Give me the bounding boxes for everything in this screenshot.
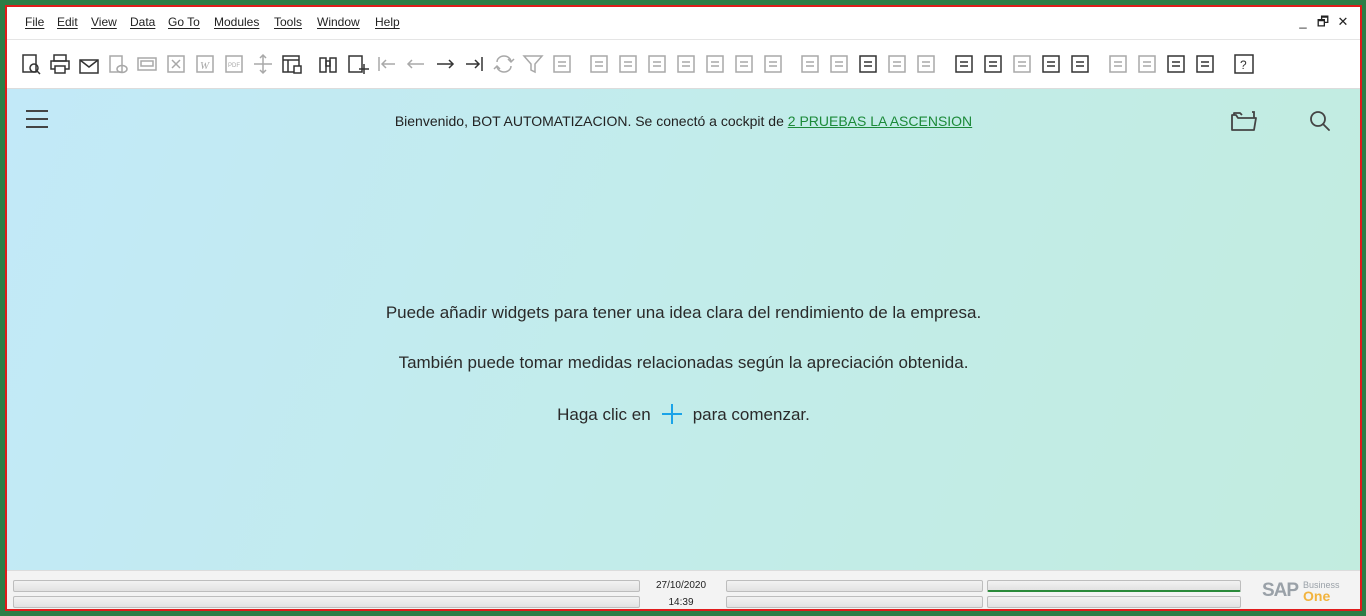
menu-edit[interactable]: Edit bbox=[57, 15, 78, 29]
calendar-icon[interactable] bbox=[1010, 52, 1034, 76]
status-time: 14:39 bbox=[668, 597, 694, 608]
target-document-icon[interactable] bbox=[616, 52, 640, 76]
add-widget-plus-icon[interactable] bbox=[661, 403, 683, 425]
transaction-journal-icon[interactable] bbox=[761, 52, 785, 76]
filter-icon[interactable] bbox=[521, 52, 545, 76]
welcome-prefix: Bienvenido, BOT AUTOMATIZACION. Se conec… bbox=[394, 113, 788, 129]
previous-record-icon[interactable] bbox=[404, 52, 428, 76]
first-record-icon[interactable] bbox=[375, 52, 399, 76]
folder-icon[interactable] bbox=[1230, 109, 1258, 133]
menu-view[interactable]: View bbox=[91, 15, 117, 29]
status-date: 27/10/2020 bbox=[655, 580, 707, 591]
status-field-a bbox=[726, 580, 983, 592]
sms-icon[interactable] bbox=[106, 52, 130, 76]
status-field-b bbox=[726, 596, 983, 608]
add-icon[interactable] bbox=[346, 52, 370, 76]
last-record-icon[interactable] bbox=[462, 52, 486, 76]
balance-icon[interactable] bbox=[732, 52, 756, 76]
settings-icon[interactable] bbox=[827, 52, 851, 76]
menu-help[interactable]: Help bbox=[375, 15, 400, 29]
menu-window[interactable]: Window bbox=[317, 15, 360, 29]
print-icon[interactable] bbox=[48, 52, 72, 76]
next-record-icon[interactable] bbox=[433, 52, 457, 76]
measures-message: También puede tomar medidas relacionadas… bbox=[398, 353, 969, 372]
volume-weight-icon[interactable] bbox=[703, 52, 727, 76]
approval-icon[interactable] bbox=[952, 52, 976, 76]
one-logo-text: One bbox=[1303, 588, 1331, 604]
gross-profit-icon[interactable] bbox=[645, 52, 669, 76]
move-icon[interactable] bbox=[251, 52, 275, 76]
start-message-suffix: para comenzar. bbox=[692, 405, 810, 424]
messages-icon[interactable] bbox=[885, 52, 909, 76]
refresh-icon[interactable] bbox=[492, 52, 516, 76]
email-icon[interactable] bbox=[77, 52, 101, 76]
cockpit-area: Bienvenido, BOT AUTOMATIZACION. Se conec… bbox=[7, 89, 1360, 570]
svg-text:W: W bbox=[200, 60, 210, 72]
close-button[interactable]: ✕ bbox=[1335, 13, 1351, 31]
sort-icon[interactable] bbox=[550, 52, 574, 76]
preview-icon[interactable] bbox=[19, 52, 43, 76]
form-settings-icon[interactable] bbox=[280, 52, 304, 76]
svg-text:PDF: PDF bbox=[228, 63, 240, 69]
fax-icon[interactable] bbox=[135, 52, 159, 76]
start-message-prefix: Haga clic en bbox=[557, 405, 651, 424]
menu-goto[interactable]: Go To bbox=[168, 15, 200, 29]
widgets-icon[interactable] bbox=[1135, 52, 1159, 76]
alerts-icon[interactable] bbox=[914, 52, 938, 76]
restore-button[interactable]: 🗗 bbox=[1315, 13, 1331, 31]
word-icon[interactable]: W bbox=[193, 52, 217, 76]
menu-file[interactable]: File bbox=[25, 15, 44, 29]
find-icon[interactable] bbox=[317, 52, 341, 76]
status-message-field-2 bbox=[13, 596, 640, 608]
menu-modules[interactable]: Modules bbox=[214, 15, 259, 29]
sap-business-one-logo: SAP Business One bbox=[1262, 580, 1342, 604]
layout-designer-icon[interactable] bbox=[856, 52, 880, 76]
user-icon[interactable] bbox=[1068, 52, 1092, 76]
sap-logo-text: SAP bbox=[1262, 580, 1299, 601]
chart-icon[interactable] bbox=[1164, 52, 1188, 76]
pdf-icon[interactable]: PDF bbox=[222, 52, 246, 76]
status-field-c bbox=[987, 580, 1241, 592]
edit-icon[interactable] bbox=[798, 52, 822, 76]
menu-bar: File Edit View Data Go To Modules Tools … bbox=[7, 7, 1360, 39]
widgets-message: Puede añadir widgets para tener una idea… bbox=[385, 303, 982, 322]
menu-tools[interactable]: Tools bbox=[274, 15, 302, 29]
company-link[interactable]: 2 PRUEBAS LA ASCENSION bbox=[788, 113, 972, 129]
svg-text:?: ? bbox=[1240, 58, 1247, 72]
base-document-icon[interactable] bbox=[587, 52, 611, 76]
welcome-text: Bienvenido, BOT AUTOMATIZACION. Se conec… bbox=[7, 113, 1360, 129]
payment-means-icon[interactable] bbox=[674, 52, 698, 76]
search-icon[interactable] bbox=[1308, 109, 1332, 133]
inbox-icon[interactable] bbox=[981, 52, 1005, 76]
org-chart-icon[interactable] bbox=[1039, 52, 1063, 76]
menu-data[interactable]: Data bbox=[130, 15, 155, 29]
excel-icon[interactable] bbox=[164, 52, 188, 76]
status-message-field bbox=[13, 580, 640, 592]
toolbar: W PDF? bbox=[7, 39, 1360, 89]
start-message: Haga clic en para comenzar. bbox=[7, 403, 1360, 425]
status-field-d bbox=[987, 596, 1241, 608]
minimize-button[interactable]: _ bbox=[1295, 13, 1311, 31]
report-icon[interactable] bbox=[1193, 52, 1217, 76]
status-bar: 27/10/2020 14:39 SAP Business One bbox=[7, 570, 1360, 609]
help-icon[interactable]: ? bbox=[1232, 52, 1256, 76]
dashboard-icon[interactable] bbox=[1106, 52, 1130, 76]
sap-b1-window: File Edit View Data Go To Modules Tools … bbox=[5, 5, 1362, 611]
